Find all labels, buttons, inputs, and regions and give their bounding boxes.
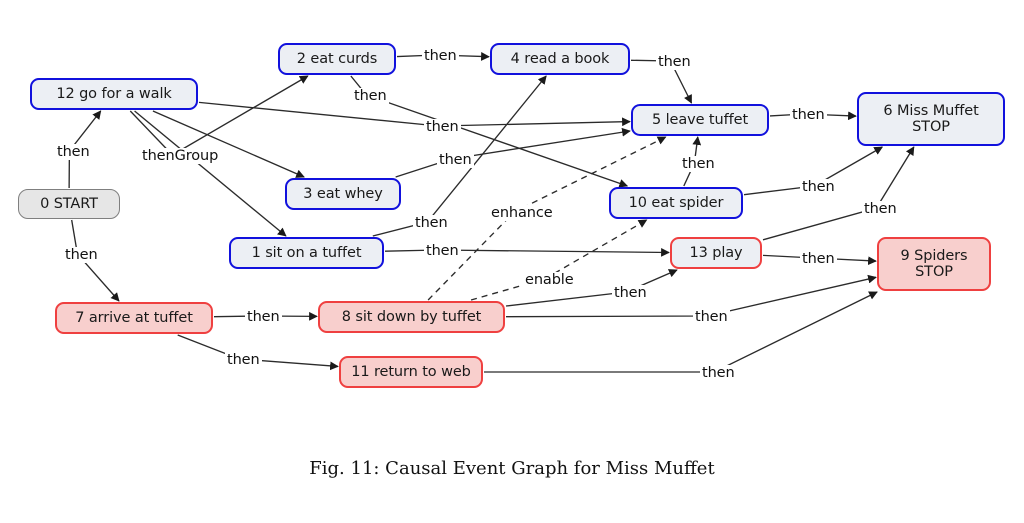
graph-node-n13[interactable]: 13 play [670, 237, 762, 269]
graph-node-n1[interactable]: 1 sit on a tuffet [229, 237, 384, 269]
graph-node-n12[interactable]: 12 go for a walk [30, 78, 198, 110]
edge-label-n12-to-n2: thenGroup [140, 148, 221, 164]
graph-node-n6[interactable]: 6 Miss Muffet STOP [857, 92, 1005, 146]
edge-label-n13-to-n6: then [862, 201, 899, 217]
edge-label-n0-to-n7: then [63, 247, 100, 263]
graph-edge-n3-to-n5 [395, 127, 631, 178]
edge-label-n10-to-n5: then [680, 156, 717, 172]
graph-edge-n13-to-n6 [762, 146, 915, 241]
graph-edge-n12-to-n1 [134, 110, 287, 237]
edge-label-n8-to-n13: then [612, 285, 649, 301]
graph-edge-n11-to-n9 [484, 291, 878, 373]
edge-label-n3-to-n5: then [437, 152, 474, 168]
graph-node-n3[interactable]: 3 eat whey [285, 178, 401, 210]
edge-label-n12-to-n5: then [424, 119, 461, 135]
graph-edge-n12-to-n5 [198, 101, 631, 127]
edge-label-n8-to-n10: enable [523, 272, 576, 288]
graph-node-n5[interactable]: 5 leave tuffet [631, 104, 769, 136]
edge-label-n7-to-n8: then [245, 309, 282, 325]
graph-edge-n12-to-n3 [152, 110, 305, 178]
graph-edge-n2-to-n10 [350, 75, 629, 188]
graph-node-n10[interactable]: 10 eat spider [609, 187, 743, 219]
edge-label-n1-to-n13: then [424, 243, 461, 259]
graph-node-n7[interactable]: 7 arrive at tuffet [55, 302, 213, 334]
edge-label-n1-to-n4: then [413, 215, 450, 231]
figure-caption: Fig. 11: Causal Event Graph for Miss Muf… [309, 458, 715, 479]
edge-label-n7-to-n11: then [225, 352, 262, 368]
edge-label-n5-to-n6: then [790, 107, 827, 123]
graph-node-n11[interactable]: 11 return to web [339, 356, 483, 388]
edge-label-n2-to-n4: then [422, 48, 459, 64]
graph-node-n8[interactable]: 8 sit down by tuffet [318, 301, 505, 333]
edge-label-n2-to-n10: then [352, 88, 389, 104]
edge-label-n4-to-n5: then [656, 54, 693, 70]
edge-label-n0-to-n12: then [55, 144, 92, 160]
graph-node-n9[interactable]: 9 Spiders STOP [877, 237, 991, 291]
edge-label-n8-to-n5: enhance [489, 205, 555, 221]
graph-node-n4[interactable]: 4 read a book [490, 43, 630, 75]
edge-label-n8-to-n9: then [693, 309, 730, 325]
graph-node-n0[interactable]: 0 START [18, 189, 120, 219]
edge-label-n10-to-n6: then [800, 179, 837, 195]
graph-node-n2[interactable]: 2 eat curds [278, 43, 396, 75]
figure-container: 0 START 12 go for a walk 2 eat curds 4 read… [0, 0, 1024, 523]
edge-label-n11-to-n9: then [700, 365, 737, 381]
edge-label-n13-to-n9: then [800, 251, 837, 267]
